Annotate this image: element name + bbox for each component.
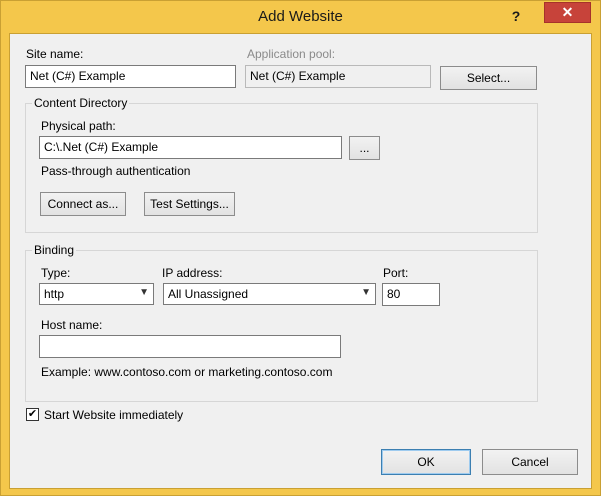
ok-button[interactable]: OK xyxy=(381,449,471,475)
physical-path-input[interactable]: C:\.Net (C#) Example xyxy=(39,136,342,159)
dialog-body: Site name: Net (C#) Example Application … xyxy=(9,33,592,489)
site-name-label: Site name: xyxy=(26,47,84,61)
binding-legend: Binding xyxy=(32,243,77,257)
application-pool-field: Net (C#) Example xyxy=(245,65,431,88)
chevron-down-icon: ▼ xyxy=(361,287,371,298)
title-bar[interactable]: Add Website ? ✕ xyxy=(1,1,600,33)
content-directory-legend: Content Directory xyxy=(32,96,130,110)
port-input[interactable]: 80 xyxy=(382,283,440,306)
ip-address-label: IP address: xyxy=(162,266,223,280)
browse-button[interactable]: ... xyxy=(349,136,380,160)
close-icon[interactable]: ✕ xyxy=(544,2,591,23)
start-website-checkbox[interactable]: ✔ xyxy=(26,408,39,421)
chevron-down-icon: ▼ xyxy=(139,287,149,298)
type-select-value: http xyxy=(44,287,65,301)
application-pool-label: Application pool: xyxy=(247,47,336,61)
physical-path-label: Physical path: xyxy=(41,119,116,133)
test-settings-button[interactable]: Test Settings... xyxy=(144,192,235,216)
select-button[interactable]: Select... xyxy=(440,66,537,90)
port-label: Port: xyxy=(383,266,409,280)
add-website-dialog: Add Website ? ✕ Site name: Net (C#) Exam… xyxy=(0,0,601,496)
help-icon[interactable]: ? xyxy=(504,6,528,26)
ip-address-select[interactable]: All Unassigned ▼ xyxy=(163,283,376,305)
host-name-input[interactable] xyxy=(39,335,341,358)
site-name-input[interactable]: Net (C#) Example xyxy=(25,65,236,88)
ip-address-select-value: All Unassigned xyxy=(168,287,249,301)
cancel-button[interactable]: Cancel xyxy=(482,449,578,475)
connect-as-button[interactable]: Connect as... xyxy=(40,192,126,216)
host-name-label: Host name: xyxy=(41,318,103,332)
authentication-text: Pass-through authentication xyxy=(41,164,191,178)
type-label: Type: xyxy=(41,266,71,280)
host-name-example: Example: www.contoso.com or marketing.co… xyxy=(41,365,333,379)
type-select[interactable]: http ▼ xyxy=(39,283,154,305)
start-website-label[interactable]: Start Website immediately xyxy=(44,408,183,422)
